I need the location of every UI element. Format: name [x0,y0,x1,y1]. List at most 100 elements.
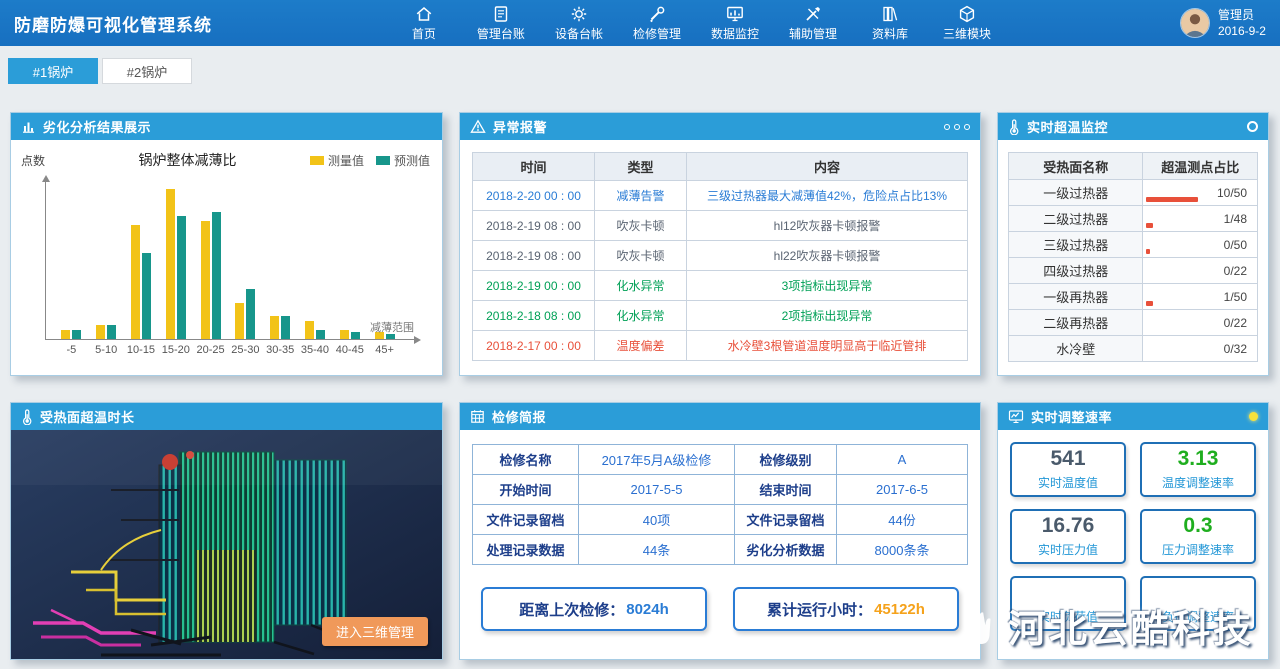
surface-name: 一级再热器 [1009,284,1143,310]
overtemp-row[interactable]: 二级过热器1/48 [1009,206,1258,232]
maintenance-row: 检修名称2017年5月A级检修检修级别A [473,445,968,475]
ratio-bar [1146,301,1153,306]
overtemp-row[interactable]: 二级再热器0/22 [1009,310,1258,336]
overtemp-row[interactable]: 四级过热器 0/22 [1009,258,1258,284]
alarm-content: hl22吹灰器卡顿报警 [687,241,968,271]
alarm-time: 2018-2-20 00 : 00 [473,181,595,211]
alarm-row[interactable]: 2018-2-19 00 : 00化水异常3项指标出现异常 [473,271,968,301]
tools-icon [803,4,823,24]
surface-name: 四级过热器 [1009,258,1143,284]
boiler-tabs: #1锅炉#2锅炉 [0,46,1280,84]
alarm-row[interactable]: 2018-2-20 00 : 00减薄告警三级过热器最大减薄值42%，危险点占比… [473,181,968,211]
button-label: 距离上次检修： [519,599,624,620]
thermometer-icon [1008,119,1020,135]
nav-item-monitor[interactable]: 数据监控 [711,4,759,42]
legend-item: 测量值 [310,152,364,169]
chart-legend: 测量值 预测值 [310,152,430,169]
bar-group: 15-20 [158,180,193,339]
rate-card: 16.76实时压力值 [1010,509,1126,564]
panel-title: 实时超温监控 [1027,117,1108,136]
nav-item-ledger[interactable]: 管理台账 [477,4,525,42]
maintenance-value: 2017年5月A级检修 [579,445,735,475]
rate-card: 3.13温度调整速率 [1140,442,1256,497]
ratio-bar [1146,249,1149,254]
overtemp-ratio-cell: 1/50 [1143,284,1258,310]
three-dots-icon[interactable] [944,124,970,130]
boiler-3d-viewport[interactable]: 进入三维管理 [11,430,442,659]
nav-item-aux[interactable]: 辅助管理 [789,4,837,42]
bar-group: 20-25 [193,180,228,339]
nav-item-library[interactable]: 资料库 [867,4,913,42]
panel-title: 劣化分析结果展示 [43,117,151,136]
bar-group: 10-15 [124,180,159,339]
legend-label: 测量值 [328,152,364,169]
overtemp-ratio-cell: 0/32 [1143,336,1258,362]
panel-title: 异常报警 [493,117,547,136]
overtemp-row[interactable]: 水冷壁0/32 [1009,336,1258,362]
nav-item-equipment[interactable]: 设备台帐 [555,4,603,42]
panel-header: 受热面超温时长 [11,403,442,430]
home-icon [414,4,434,24]
user-meta: 管理员 2016-9-2 [1218,7,1266,39]
column-surface-name: 受热面名称 [1009,153,1143,180]
enter-3d-management-button[interactable]: 进入三维管理 [322,617,428,646]
maintenance-value: 2017-5-5 [579,475,735,505]
nav-item-maintenance[interactable]: 检修管理 [633,4,681,42]
yellow-dot-indicator-icon[interactable] [1249,412,1258,421]
overtemp-table: 受热面名称 超温测点占比 一级过热器10/50二级过热器1/48三级过热器0/5… [1008,152,1258,362]
maintenance-value: 8000条条 [837,535,968,565]
nav-item-home[interactable]: 首页 [401,4,447,42]
ratio-text: 0/22 [1224,264,1247,278]
chart-bar [270,316,279,339]
panel-header: 劣化分析结果展示 [11,113,442,140]
legend-label: 预测值 [394,152,430,169]
alarm-row[interactable]: 2018-2-17 00 : 00温度偏差水冷壁3根管道温度明显高于临近管排 [473,331,968,361]
overtemp-row[interactable]: 三级过热器0/50 [1009,232,1258,258]
chart-bar [142,253,151,339]
cube-icon [957,4,977,24]
rate-value: 16.76 [1042,515,1095,537]
panel-title: 受热面超温时长 [40,407,135,426]
chart-bar [316,330,325,339]
overtemp-ratio-cell: 0/22 [1143,310,1258,336]
tab-boiler-2[interactable]: #2锅炉 [102,58,192,84]
rate-card: 0.3压力调整速率 [1140,509,1256,564]
overtemp-row[interactable]: 一级再热器1/50 [1009,284,1258,310]
bar-group: 25-30 [228,180,263,339]
surface-name: 二级再热器 [1009,310,1143,336]
maintenance-value: 40项 [579,505,735,535]
maintenance-value: 2017-6-5 [837,475,968,505]
maintenance-area: 检修名称2017年5月A级检修检修级别A开始时间2017-5-5结束时间2017… [460,430,980,659]
tab-boiler-1[interactable]: #1锅炉 [8,58,98,84]
distance-last-maintenance-button[interactable]: 距离上次检修：8024h [481,587,707,631]
panel-header: 实时调整速率 [998,403,1268,430]
alarm-row[interactable]: 2018-2-19 08 : 00吹灰卡顿hl12吹灰器卡顿报警 [473,211,968,241]
alarm-time: 2018-2-17 00 : 00 [473,331,595,361]
nav-label: 辅助管理 [789,25,837,42]
maintenance-row: 文件记录留档40项文件记录留档44份 [473,505,968,535]
ring-indicator-icon[interactable] [1247,121,1258,132]
y-axis-label: 点数 [21,152,65,169]
ratio-text: 10/50 [1217,186,1247,200]
bar-group: 30-35 [263,180,298,339]
x-tick-label: 30-35 [266,344,294,356]
chart-bar [96,325,105,339]
alarm-row[interactable]: 2018-2-18 08 : 00化水异常2项指标出现异常 [473,301,968,331]
maintenance-label: 处理记录数据 [473,535,579,565]
panel-header: 异常报警 [460,113,980,140]
alarm-row[interactable]: 2018-2-19 08 : 00吹灰卡顿hl22吹灰器卡顿报警 [473,241,968,271]
maintenance-row: 处理记录数据44条劣化分析数据8000条条 [473,535,968,565]
maintenance-row: 开始时间2017-5-5结束时间2017-6-5 [473,475,968,505]
overtemp-ratio-cell: 10/50 [1143,180,1258,206]
overtemp-row[interactable]: 一级过热器10/50 [1009,180,1258,206]
panel-header: 检修简报 [460,403,980,430]
library-icon [880,4,900,24]
nav-item-cube[interactable]: 三维模块 [943,4,991,42]
total-running-hours-button[interactable]: 累计运行小时：45122h [733,587,959,631]
chart-bar [166,189,175,339]
x-tick-label: 40-45 [336,344,364,356]
user-area[interactable]: 管理员 2016-9-2 [1180,7,1266,39]
rate-label: 压力调整速率 [1162,541,1234,558]
maintenance-label: 检修级别 [735,445,837,475]
wrench-icon [647,4,667,24]
